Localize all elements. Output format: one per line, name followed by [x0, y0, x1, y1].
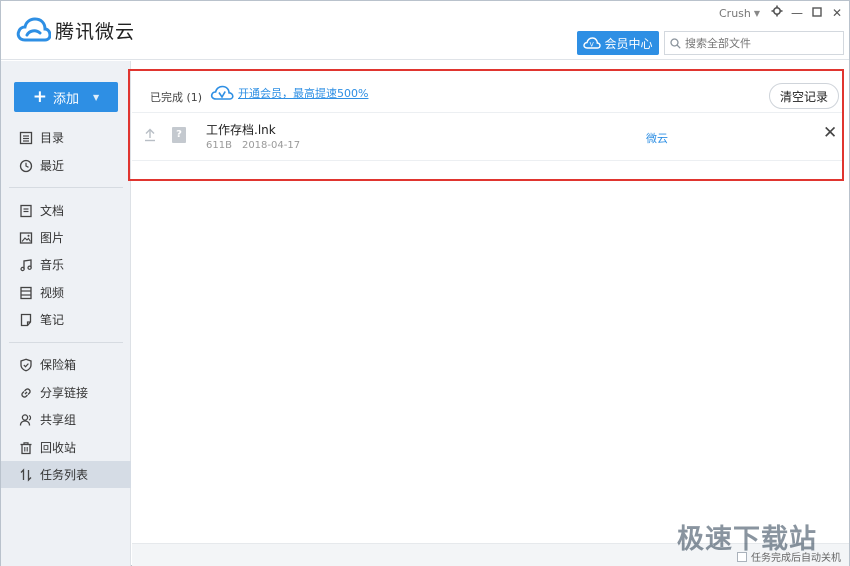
gear-icon[interactable]	[767, 4, 787, 22]
video-icon	[20, 286, 32, 299]
plus-icon: +	[32, 86, 48, 107]
sidebar-item-share-links[interactable]: 分享链接	[1, 379, 131, 406]
note-icon	[20, 313, 32, 326]
transfer-icon	[20, 467, 32, 482]
sidebar-item-label: 保险箱	[40, 358, 77, 372]
app-title: 腾讯微云	[55, 20, 136, 43]
task-list-panel: 已完成 (1) 开通会员，最高提速500% 清空记录 ? 工作存档.lnk 61…	[128, 61, 849, 566]
sidebar-item-label: 文档	[40, 204, 65, 218]
highlight-box	[128, 69, 844, 181]
music-icon	[20, 258, 32, 271]
vip-center-button[interactable]: V 会员中心	[577, 31, 659, 55]
image-icon	[19, 231, 33, 244]
title-bar: 腾讯微云 Crush ▼ — ✕ V 会员中心	[1, 1, 849, 60]
list-icon	[19, 131, 33, 144]
sidebar-item-notes[interactable]: 笔记	[1, 306, 131, 333]
window-controls: — ✕	[767, 4, 847, 22]
sidebar-item-shared-groups[interactable]: 共享组	[1, 406, 131, 433]
watermark: 极速下载站	[677, 524, 817, 555]
close-icon[interactable]: ✕	[827, 4, 847, 22]
app-logo: 腾讯微云	[15, 16, 135, 44]
maximize-icon[interactable]	[807, 4, 827, 22]
sidebar-item-task-list[interactable]: 任务列表	[1, 461, 131, 488]
sidebar-item-images[interactable]: 图片	[1, 224, 131, 251]
sidebar-item-directory[interactable]: 目录	[1, 124, 131, 151]
sidebar-item-label: 共享组	[40, 413, 77, 427]
username: Crush	[719, 7, 751, 20]
minimize-icon[interactable]: —	[787, 4, 807, 22]
document-icon	[20, 204, 32, 217]
sidebar-item-music[interactable]: 音乐	[1, 251, 131, 278]
search-box[interactable]	[664, 31, 844, 55]
sidebar-item-safe[interactable]: 保险箱	[1, 351, 131, 378]
add-label: 添加	[53, 91, 80, 107]
sidebar-divider	[9, 187, 123, 188]
sidebar-item-label: 图片	[40, 231, 65, 245]
sidebar-item-label: 回收站	[40, 441, 77, 455]
sidebar-item-label: 任务列表	[40, 468, 89, 482]
add-button[interactable]: + 添加 ▼	[14, 82, 118, 112]
user-menu[interactable]: Crush ▼	[719, 7, 760, 20]
sidebar-item-label: 目录	[40, 131, 65, 145]
chevron-down-icon: ▼	[753, 9, 761, 18]
search-input[interactable]	[685, 36, 835, 50]
shield-icon	[20, 358, 32, 371]
trash-icon	[20, 441, 32, 454]
search-icon	[670, 37, 681, 49]
vip-cloud-icon: V	[583, 37, 602, 49]
app-window: 腾讯微云 Crush ▼ — ✕ V 会员中心 + 添加	[0, 0, 850, 566]
sidebar-item-recent[interactable]: 最近	[1, 152, 131, 179]
sidebar-item-documents[interactable]: 文档	[1, 197, 131, 224]
clock-icon	[19, 159, 33, 172]
sidebar-item-label: 视频	[40, 286, 65, 300]
vip-center-label: 会员中心	[604, 36, 653, 51]
sidebar: + 添加 ▼ 目录 最近 文档 图片 音乐 视频 笔记 保险箱 分享链接 共享组…	[1, 61, 131, 566]
chevron-down-icon[interactable]: ▼	[93, 93, 99, 102]
sidebar-item-label: 分享链接	[40, 386, 89, 400]
link-icon	[21, 387, 31, 398]
sidebar-item-video[interactable]: 视频	[1, 279, 131, 306]
cloud-logo-icon	[16, 17, 51, 42]
sidebar-divider	[9, 342, 123, 343]
group-icon	[19, 413, 32, 426]
sidebar-item-label: 最近	[40, 159, 65, 173]
sidebar-item-label: 音乐	[40, 258, 65, 272]
sidebar-item-label: 笔记	[40, 313, 65, 327]
sidebar-item-recycle-bin[interactable]: 回收站	[1, 434, 131, 461]
